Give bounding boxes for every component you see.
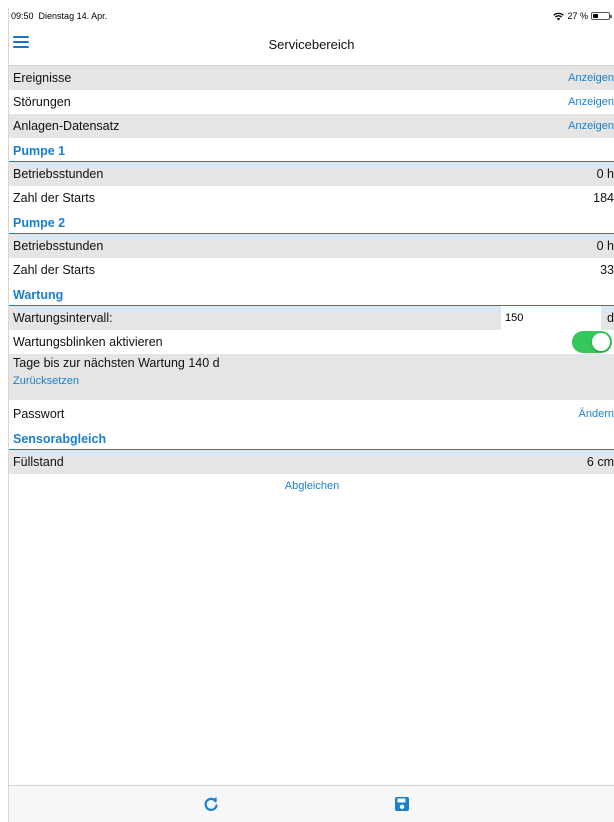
row-fuellstand: Füllstand 6 cm [9, 450, 614, 474]
row-pumpe1-betriebsstunden: Betriebsstunden 0 h [9, 162, 614, 186]
row-label: Betriebsstunden [13, 167, 104, 181]
row-anlagen-datensatz: Anlagen-Datensatz Anzeigen [9, 114, 614, 138]
row-pumpe2-betriebsstunden: Betriebsstunden 0 h [9, 234, 614, 258]
nav-bar: Servicebereich [9, 24, 614, 66]
row-value: 6 cm [586, 455, 614, 469]
wifi-icon [553, 12, 565, 20]
row-pumpe1-starts: Zahl der Starts 184 [9, 186, 614, 210]
interval-label: Wartungsintervall: [13, 311, 113, 325]
save-icon[interactable] [394, 796, 410, 812]
section-sensorabgleich: Sensorabgleich [9, 426, 614, 450]
row-label: Zahl der Starts [13, 263, 95, 277]
row-label: Anlagen-Datensatz [13, 119, 120, 133]
battery-percent: 27 % [567, 11, 588, 21]
next-maintenance-text: Tage bis zur nächsten Wartung 140 d [13, 356, 220, 370]
app-window: 09:50 Dienstag 14. Apr. 27 % Servicebere… [8, 8, 614, 822]
status-right: 27 % [553, 11, 612, 21]
reset-link[interactable]: Zurücksetzen [13, 375, 79, 387]
row-passwort: Passwort Ändern [9, 402, 614, 426]
ereignisse-show-link[interactable]: Anzeigen [568, 72, 614, 84]
refresh-icon[interactable] [203, 796, 219, 812]
section-pumpe-1: Pumpe 1 [9, 138, 614, 162]
blink-label: Wartungsblinken aktivieren [13, 335, 163, 349]
battery-icon [591, 12, 612, 20]
next-maintenance-block: Tage bis zur nächsten Wartung 140 d Zurü… [9, 354, 614, 400]
status-left: 09:50 Dienstag 14. Apr. [11, 11, 107, 21]
page-title: Servicebereich [268, 37, 355, 52]
anlagen-datensatz-show-link[interactable]: Anzeigen [568, 120, 614, 132]
row-label: Füllstand [13, 455, 64, 469]
row-wartungsblinken: Wartungsblinken aktivieren [9, 330, 614, 354]
status-time: 09:50 [11, 11, 34, 21]
row-label: Ereignisse [13, 71, 72, 85]
status-date: Dienstag 14. Apr. [38, 11, 108, 21]
row-label: Störungen [13, 95, 71, 109]
menu-icon[interactable] [13, 36, 29, 50]
blink-toggle[interactable] [572, 331, 612, 353]
row-label: Zahl der Starts [13, 191, 95, 205]
bottom-toolbar [9, 785, 614, 822]
stoerungen-show-link[interactable]: Anzeigen [568, 96, 614, 108]
interval-input[interactable] [501, 306, 601, 330]
row-wartungsintervall: Wartungsintervall: d [9, 306, 614, 330]
calibrate-button[interactable]: Abgleichen [9, 474, 614, 498]
status-bar: 09:50 Dienstag 14. Apr. 27 % [9, 8, 614, 24]
row-value: 0 h [596, 239, 614, 253]
password-change-link[interactable]: Ändern [579, 408, 614, 420]
row-value: 33 [600, 263, 614, 277]
row-pumpe2-starts: Zahl der Starts 33 [9, 258, 614, 282]
toggle-knob [592, 333, 610, 351]
row-value: 0 h [596, 167, 614, 181]
section-wartung: Wartung [9, 282, 614, 306]
row-ereignisse: Ereignisse Anzeigen [9, 66, 614, 90]
row-value: 184 [593, 191, 614, 205]
service-list: Ereignisse Anzeigen Störungen Anzeigen A… [9, 66, 614, 498]
interval-unit: d [607, 311, 614, 325]
row-label: Passwort [13, 407, 65, 421]
row-label: Betriebsstunden [13, 239, 104, 253]
row-stoerungen: Störungen Anzeigen [9, 90, 614, 114]
section-pumpe-2: Pumpe 2 [9, 210, 614, 234]
battery-fill [593, 14, 598, 18]
